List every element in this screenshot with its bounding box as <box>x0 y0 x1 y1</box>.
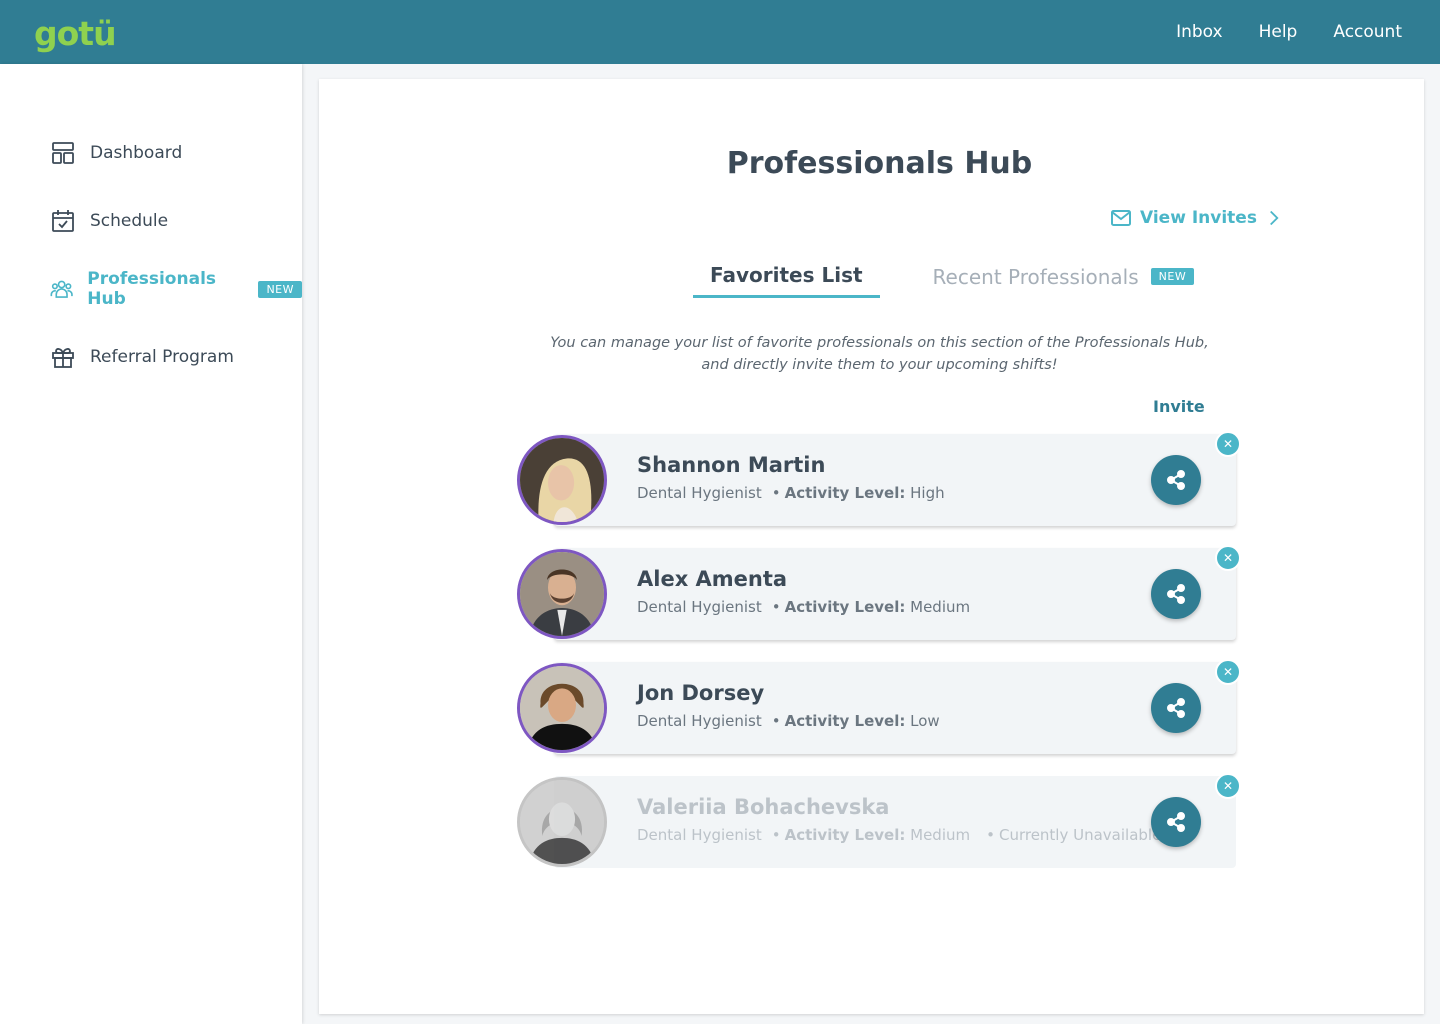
avatar <box>517 777 607 867</box>
dashboard-icon <box>52 142 74 164</box>
card-background <box>554 434 1236 526</box>
professional-meta: Dental Hygienist • Activity Level: Low <box>637 712 940 730</box>
envelope-icon <box>1111 210 1131 226</box>
nav-inbox[interactable]: Inbox <box>1176 22 1223 42</box>
professional-name: Alex Amenta <box>637 567 788 591</box>
nav-account[interactable]: Account <box>1333 22 1402 42</box>
activity-level: Medium <box>910 826 971 844</box>
professional-card-unavailable: Valeriia Bohachevska Dental Hygienist • Ac… <box>517 773 1241 868</box>
professional-card: Shannon Martin Dental Hygienist • Activity… <box>517 431 1241 526</box>
activity-label: Activity Level: <box>784 484 906 502</box>
tab-label: Recent Professionals <box>932 264 1139 289</box>
remove-favorite-button[interactable]: ✕ <box>1215 659 1241 685</box>
professional-name: Valeriia Bohachevska <box>637 795 890 819</box>
new-badge: NEW <box>258 280 302 298</box>
remove-favorite-button[interactable]: ✕ <box>1215 431 1241 457</box>
professional-name: Shannon Martin <box>637 453 826 477</box>
card-background <box>554 662 1236 754</box>
sidebar-item-schedule[interactable]: Schedule <box>50 204 168 238</box>
description-line: You can manage your list of favorite pro… <box>550 335 1209 351</box>
activity-label: Activity Level: <box>784 712 906 730</box>
activity-level: High <box>910 484 945 502</box>
avatar-photo <box>520 666 604 750</box>
professional-card: Jon Dorsey Dental Hygienist • Activity Lev… <box>517 659 1241 754</box>
page-title: Professionals Hub <box>726 146 1033 181</box>
professional-name: Jon Dorsey <box>637 681 765 705</box>
share-icon <box>1167 698 1185 718</box>
invite-column-header: Invite <box>1153 397 1205 416</box>
professional-meta: Dental Hygienist • Activity Level: High <box>637 484 945 502</box>
avatar-photo <box>520 780 604 864</box>
remove-favorite-button[interactable]: ✕ <box>1215 545 1241 571</box>
invite-share-button[interactable] <box>1151 455 1201 505</box>
avatar <box>517 663 607 753</box>
tab-favorites-list[interactable]: Favorites List <box>693 255 880 298</box>
tab-label: Favorites List <box>710 263 863 287</box>
share-icon <box>1167 584 1185 604</box>
activity-label: Activity Level: <box>784 598 906 616</box>
availability-status: Currently Unavailable <box>998 826 1162 844</box>
sidebar-item-label: Dashboard <box>90 143 183 163</box>
activity-level: Medium <box>910 598 971 616</box>
calendar-icon <box>52 210 74 232</box>
remove-favorite-button[interactable]: ✕ <box>1215 773 1241 799</box>
view-invites-link[interactable]: View Invites <box>1110 207 1283 229</box>
logo-text: gotü <box>34 14 117 53</box>
description: You can manage your list of favorite pro… <box>319 332 1440 376</box>
tab-recent-professionals[interactable]: Recent Professionals NEW <box>916 255 1212 298</box>
sidebar-item-label: Schedule <box>90 211 169 231</box>
main-panel: Professionals Hub View Invites Favorites… <box>319 79 1424 1014</box>
sidebar: Dashboard Schedule Professionals Hub NEW… <box>0 64 302 1024</box>
gift-icon <box>52 348 74 368</box>
professional-meta: Dental Hygienist • Activity Level: Medium •… <box>637 826 1162 844</box>
sidebar-item-label: Referral Program <box>90 347 234 367</box>
activity-level: Low <box>910 712 940 730</box>
users-icon <box>50 280 73 298</box>
activity-label: Activity Level: <box>784 826 906 844</box>
invite-share-button[interactable] <box>1151 683 1201 733</box>
new-badge: NEW <box>1150 268 1195 285</box>
professional-role: Dental Hygienist <box>637 598 762 616</box>
close-icon: ✕ <box>1222 437 1234 451</box>
professional-role: Dental Hygienist <box>637 712 762 730</box>
card-background <box>554 548 1236 640</box>
sidebar-item-label: Professionals Hub <box>87 269 217 309</box>
close-icon: ✕ <box>1222 779 1234 793</box>
invite-share-button[interactable] <box>1151 569 1201 619</box>
professional-card: Alex Amenta Dental Hygienist • Activity Le… <box>517 545 1241 640</box>
avatar-photo <box>520 552 604 636</box>
card-background <box>554 776 1236 868</box>
view-invites-label: View Invites <box>1140 208 1257 228</box>
share-icon <box>1167 812 1185 832</box>
avatar <box>517 549 607 639</box>
avatar-photo <box>520 438 604 522</box>
professional-meta: Dental Hygienist • Activity Level: Medium <box>637 598 971 616</box>
chevron-right-icon <box>1270 210 1279 226</box>
description-line: and directly invite them to your upcomin… <box>701 357 1058 373</box>
avatar <box>517 435 607 525</box>
invite-share-button[interactable] <box>1151 797 1201 847</box>
tabs: Favorites List Recent Professionals NEW <box>693 255 1211 298</box>
top-bar: gotü Inbox Help Account <box>0 0 1440 64</box>
sidebar-item-dashboard[interactable]: Dashboard <box>50 136 182 170</box>
nav-help[interactable]: Help <box>1259 22 1298 42</box>
sidebar-item-professionals-hub[interactable]: Professionals Hub NEW <box>50 269 302 309</box>
close-icon: ✕ <box>1222 665 1234 679</box>
share-icon <box>1167 470 1185 490</box>
close-icon: ✕ <box>1222 551 1234 565</box>
sidebar-item-referral-program[interactable]: Referral Program <box>50 340 234 374</box>
top-nav: Inbox Help Account <box>1176 0 1402 64</box>
professional-role: Dental Hygienist <box>637 826 762 844</box>
professional-role: Dental Hygienist <box>637 484 762 502</box>
